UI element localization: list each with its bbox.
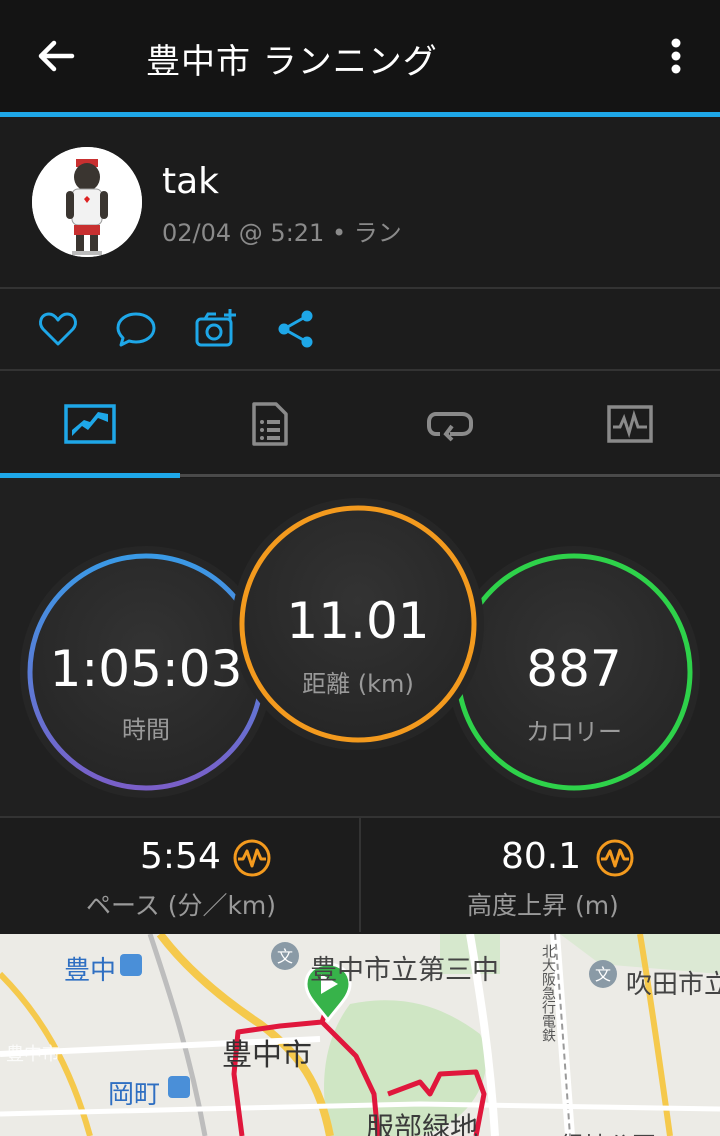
avatar[interactable] (32, 147, 142, 257)
map-label-okamachi: 岡町 (108, 1080, 161, 1110)
share-icon[interactable] (274, 307, 318, 351)
more-vert-icon[interactable] (656, 34, 696, 82)
map-label-suita: 吹田市立 (626, 970, 720, 1000)
pace-stat: 5:54 ペース (分／km) (0, 818, 359, 932)
add-photo-icon[interactable] (194, 307, 238, 351)
stats-panel: 1:05:03 時間 11.01 距離 (km) 887 カロリー (0, 478, 720, 818)
elevation-stat: 80.1 高度上昇 (m) (361, 818, 720, 932)
heart-rate-zone-icon[interactable] (595, 838, 635, 878)
tab-details[interactable] (180, 371, 360, 476)
tab-bar (0, 371, 720, 476)
tab-charts[interactable] (540, 371, 720, 476)
tab-track (180, 474, 720, 477)
svg-text:文: 文 (277, 947, 293, 966)
tab-overview[interactable] (0, 371, 180, 476)
distance-value: 11.01 (286, 592, 430, 650)
gorilla-avatar-image (32, 147, 142, 257)
overview-tab-icon (64, 403, 116, 444)
distance-label: 距離 (km) (302, 670, 414, 698)
tab-laps[interactable] (360, 371, 540, 476)
elevation-value: 80.1 (501, 836, 582, 877)
elevation-label: 高度上昇 (m) (467, 891, 619, 920)
charts-tab-icon (607, 404, 653, 443)
activity-meta: 02/04 @ 5:21 • ラン (162, 219, 402, 247)
user-row: tak 02/04 @ 5:21 • ラン (0, 117, 720, 287)
pace-label: ペース (分／km) (86, 891, 277, 920)
heart-icon[interactable] (36, 307, 80, 351)
time-label: 時間 (122, 716, 170, 744)
pace-value: 5:54 (140, 836, 221, 877)
map-label-school: 豊中市立第三中 (310, 955, 499, 986)
calories-stat: 887 カロリー (454, 640, 694, 750)
time-stat: 1:05:03 時間 (26, 640, 266, 750)
action-bar (0, 289, 720, 369)
laps-tab-icon (427, 411, 473, 441)
map-label-railway: 北大阪急行電鉄 (540, 944, 556, 1042)
map-label-hattori: 服部緑地 (366, 1111, 479, 1136)
user-name[interactable]: tak (162, 161, 219, 202)
comment-icon[interactable] (114, 307, 158, 351)
calories-label: カロリー (526, 718, 622, 746)
map-label-toyonaka-city: 豊中市 (222, 1038, 312, 1073)
page-title: 豊中市 ランニング (146, 42, 438, 82)
calories-value: 887 (526, 640, 622, 698)
distance-stat: 11.01 距離 (km) (238, 592, 478, 702)
back-arrow-icon[interactable] (32, 32, 80, 80)
svg-text:文: 文 (595, 965, 611, 984)
app-bar: 豊中市 ランニング (0, 0, 720, 112)
map-label-toyonaka-station: 豊中 (64, 956, 117, 986)
details-tab-icon (252, 401, 288, 446)
route-map[interactable]: 文 文 豊中 豊中市立第三中 北大阪急行電鉄 吹田市立 豊中市 豊中市 岡町 服… (0, 934, 720, 1136)
map-label-park: 緑地公園 (560, 1126, 656, 1136)
heart-rate-zone-icon[interactable] (232, 838, 272, 878)
map-label-toyonaka-small: 豊中市 (6, 1044, 60, 1065)
time-value: 1:05:03 (49, 640, 243, 698)
